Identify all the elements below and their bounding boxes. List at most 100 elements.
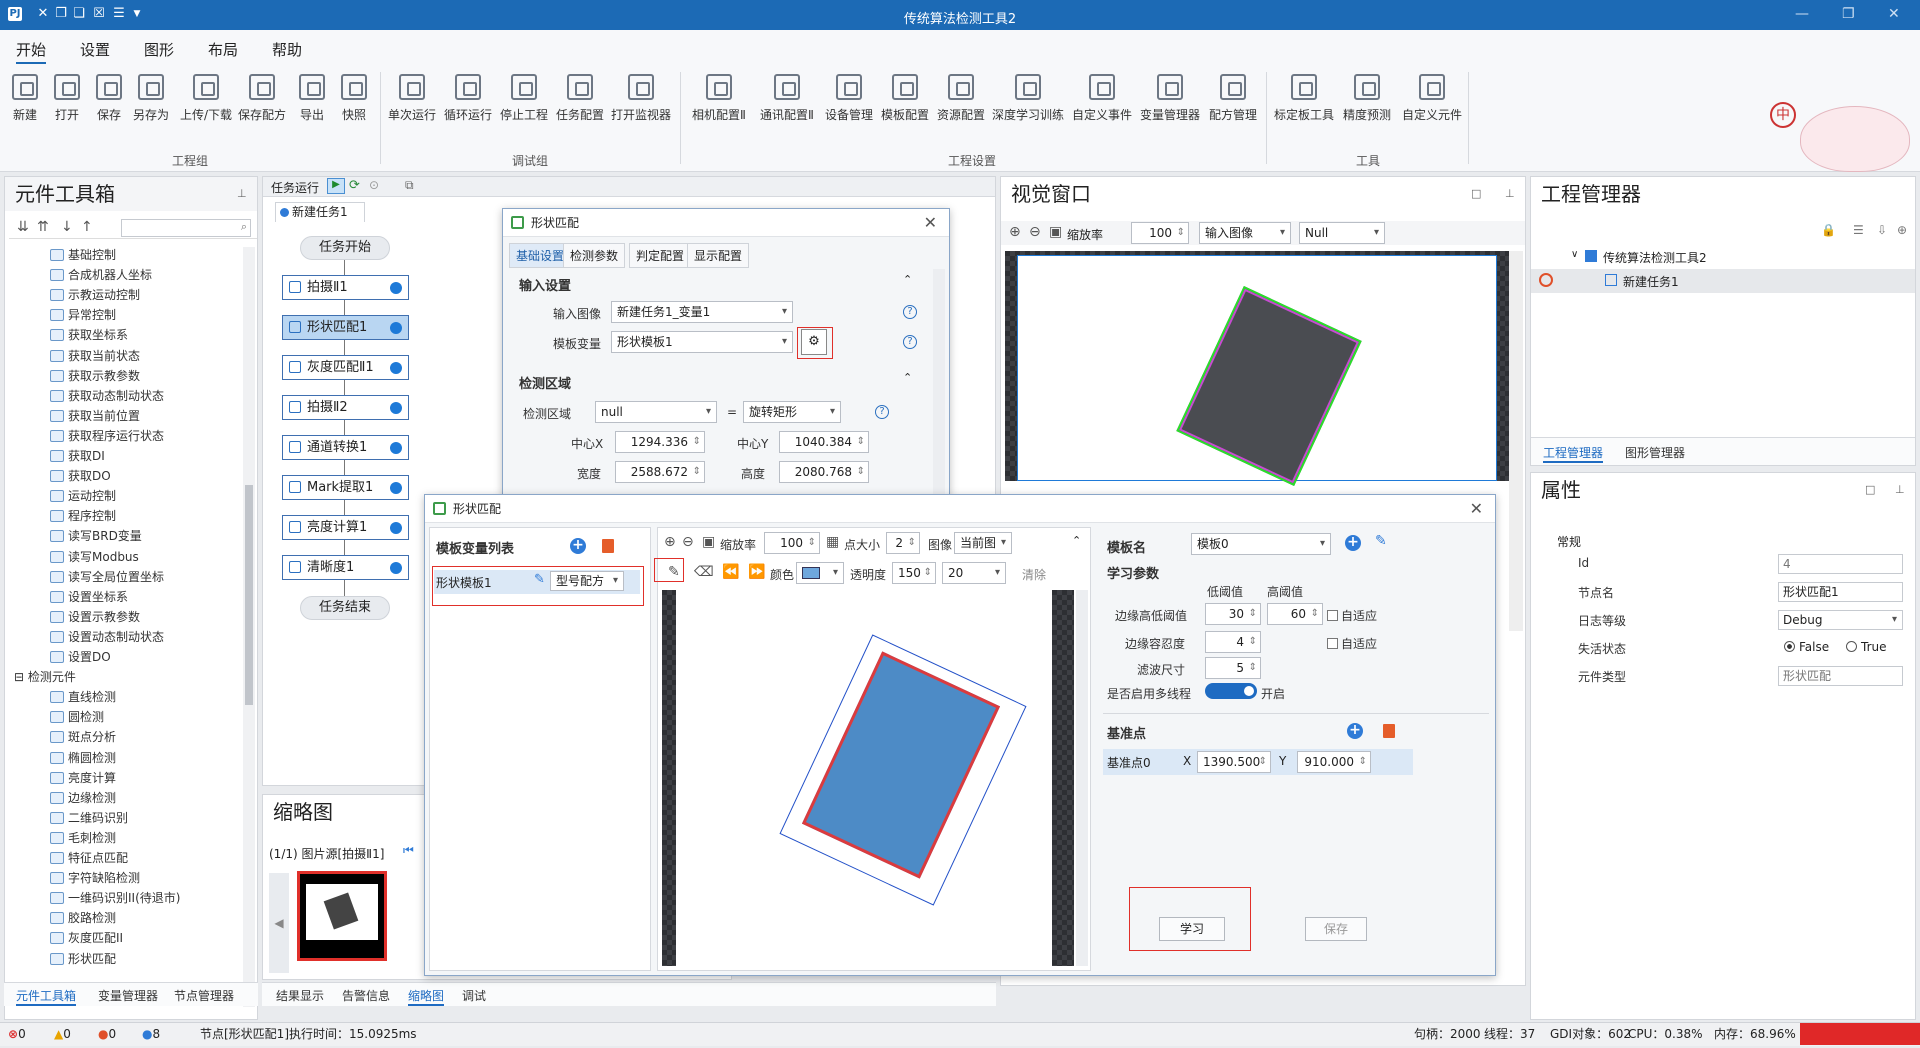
task-config-button[interactable]: 任务配置 xyxy=(554,74,606,123)
custom-event-button[interactable]: 自定义事件 xyxy=(1070,74,1134,123)
edge-low-input[interactable]: 30 xyxy=(1205,603,1261,625)
dialog-scrollbar[interactable] xyxy=(933,269,945,497)
device-manage-button[interactable]: 设备管理 xyxy=(822,74,876,123)
clear-button[interactable]: 清除 xyxy=(1022,566,1046,583)
flow-start[interactable]: 任务开始 xyxy=(300,236,390,260)
thumbnail-image[interactable] xyxy=(297,871,387,961)
toolbox-item[interactable]: 斑点分析 xyxy=(50,728,116,746)
zoom-input[interactable]: 100 xyxy=(1131,222,1189,244)
base-y-input[interactable]: 910.000 xyxy=(1297,751,1371,773)
menu-layout[interactable]: 布局 xyxy=(208,39,238,60)
help-icon[interactable]: ? xyxy=(903,335,917,349)
toolbox-item[interactable]: 获取DO xyxy=(50,467,111,485)
template-name-select[interactable]: 模板0 xyxy=(1191,533,1331,555)
zoom-in-icon[interactable]: ⊕ xyxy=(664,534,676,550)
help-icon[interactable]: ? xyxy=(875,405,889,419)
toolbox-item[interactable]: 二维码识别 xyxy=(50,809,128,827)
prop-node-name-value[interactable]: 形状匹配1 xyxy=(1778,582,1903,602)
point-size-input[interactable]: 2 xyxy=(886,532,920,554)
deep-learning-button[interactable]: 深度学习训练 xyxy=(990,74,1066,123)
scrollbar-thumb[interactable] xyxy=(245,485,253,705)
flow-node[interactable]: 拍摄Ⅱ1 xyxy=(282,275,409,300)
edge-tolerance-input[interactable]: 4 xyxy=(1205,631,1261,653)
radio-true[interactable]: True xyxy=(1846,640,1887,654)
edit-icon[interactable]: ✎ xyxy=(534,572,545,587)
prop-log-level-select[interactable]: Debug xyxy=(1778,610,1903,630)
add-template-name-button[interactable]: + xyxy=(1345,535,1361,551)
auto-adapt-checkbox-2[interactable]: 自适应 xyxy=(1327,635,1377,652)
toolbox-item[interactable]: 获取程序运行状态 xyxy=(50,427,164,445)
add-icon[interactable]: ⊕ xyxy=(1897,223,1907,237)
comm-config-button[interactable]: 通讯配置Ⅱ xyxy=(756,74,818,123)
toolbox-item[interactable]: 异常控制 xyxy=(50,306,116,324)
undo-icon[interactable]: ⏪ xyxy=(722,564,739,580)
task-tab[interactable]: 新建任务1 xyxy=(275,202,365,222)
save-button[interactable]: 保存 xyxy=(87,74,131,123)
new-button[interactable]: 新建 xyxy=(3,74,47,123)
menu-settings[interactable]: 设置 xyxy=(80,39,110,60)
tab-alarm-info[interactable]: 告警信息 xyxy=(342,987,390,1004)
toolbox-item[interactable]: 获取动态制动状态 xyxy=(50,387,164,405)
open-button[interactable]: 打开 xyxy=(45,74,89,123)
add-base-point-button[interactable]: + xyxy=(1347,723,1363,739)
precision-predict-button[interactable]: 精度预测 xyxy=(1338,74,1396,123)
toolbox-item[interactable]: 胶路检测 xyxy=(50,909,116,927)
single-run-button[interactable]: 单次运行 xyxy=(386,74,438,123)
toolbox-item[interactable]: 特征点匹配 xyxy=(50,849,128,867)
help-icon[interactable]: ? xyxy=(903,305,917,319)
edge-high-input[interactable]: 60 xyxy=(1267,603,1323,625)
tab-toolbox[interactable]: 元件工具箱 xyxy=(16,987,77,1006)
base-x-input[interactable]: 1390.500 xyxy=(1197,751,1271,773)
toolbox-scrollbar[interactable] xyxy=(243,247,255,1007)
tab-graphics-manager[interactable]: 图形管理器 xyxy=(1625,444,1685,461)
toolbox-item[interactable]: 基础控制 xyxy=(50,246,116,264)
toolbox-item[interactable]: 设置示教参数 xyxy=(50,608,140,626)
snapshot-button[interactable]: 快照 xyxy=(332,74,376,123)
lock-icon[interactable]: 🔒 xyxy=(1821,223,1836,237)
tab-display-config[interactable]: 显示配置 xyxy=(687,243,750,268)
open-monitor-button[interactable]: 打开监视器 xyxy=(610,74,672,123)
toolbox-item[interactable]: 读写Modbus xyxy=(50,548,139,566)
toolbox-item[interactable]: 程序控制 xyxy=(50,507,116,525)
flow-node[interactable]: 清晰度1 xyxy=(282,555,409,580)
calib-board-button[interactable]: 标定板工具 xyxy=(1272,74,1336,123)
tab-variable-manager[interactable]: 变量管理器 xyxy=(98,987,158,1004)
flow-node[interactable]: 通道转换1 xyxy=(282,435,409,460)
toolbox-item[interactable]: 一维码识别II(待退市) xyxy=(50,889,180,907)
list-view-icon[interactable]: ☰ xyxy=(1853,223,1864,237)
collapse-icon[interactable]: ⊟ xyxy=(14,670,24,684)
add-template-button[interactable]: + xyxy=(570,538,586,554)
input-image-select[interactable]: 新建任务1_变量1 xyxy=(611,301,793,323)
toolbox-item[interactable]: 设置动态制动状态 xyxy=(50,628,164,646)
zoom-input[interactable]: 100 xyxy=(764,532,820,554)
radio-false[interactable]: False xyxy=(1784,640,1829,654)
tab-project-manager[interactable]: 工程管理器 xyxy=(1543,444,1604,463)
collapse-icon[interactable]: ⌃ xyxy=(903,371,912,384)
auto-adapt-checkbox[interactable]: 自适应 xyxy=(1327,607,1377,624)
toolbox-item[interactable]: 毛刺检测 xyxy=(50,829,116,847)
tree-task[interactable]: 新建任务1 xyxy=(1531,269,1915,293)
stop-project-button[interactable]: 停止工程 xyxy=(498,74,550,123)
prev-image-button[interactable]: ◀ xyxy=(269,873,289,973)
image-mode-icon[interactable]: ▦ xyxy=(826,534,839,550)
center-x-input[interactable]: 1294.336 xyxy=(615,431,705,453)
tab-result-display[interactable]: 结果显示 xyxy=(276,987,324,1004)
fit-icon[interactable]: ▣ xyxy=(1049,224,1062,240)
flow-node[interactable]: 灰度匹配Ⅱ1 xyxy=(282,355,409,380)
sort-desc-icon[interactable]: ↓ xyxy=(61,219,73,235)
run-task-button[interactable]: ▶ xyxy=(327,178,345,194)
toolbox-item[interactable]: 灰度匹配II xyxy=(50,929,123,947)
close-button[interactable]: ✕ xyxy=(1888,6,1900,22)
screenshot-icon[interactable]: ⧉ xyxy=(405,178,414,193)
template-canvas[interactable] xyxy=(662,590,1074,966)
dialog-close-button[interactable]: ✕ xyxy=(924,209,937,237)
toolbox-item[interactable]: 获取DI xyxy=(50,447,105,465)
save-template-button[interactable]: 保存 xyxy=(1305,917,1367,941)
minimize-button[interactable]: — xyxy=(1795,6,1809,22)
upload-download-button[interactable]: 上传/下载 xyxy=(178,74,234,123)
tab-thumbnail[interactable]: 缩略图 xyxy=(408,987,445,1006)
template-bounding-rect[interactable] xyxy=(779,634,1027,906)
toolbox-item[interactable]: 直线检测 xyxy=(50,688,116,706)
null-select[interactable]: Null xyxy=(1299,222,1385,244)
base-point-row[interactable]: 基准点0 X 1390.500 Y 910.000 xyxy=(1103,749,1413,775)
